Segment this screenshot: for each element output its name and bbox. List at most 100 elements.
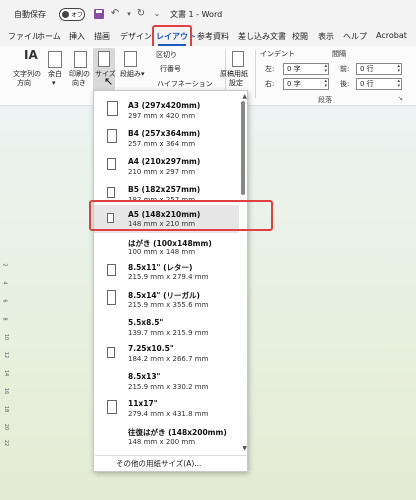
title-bar: 自動保存 オフ ↶ ▾ ↻ ⌄ 文書 1 - Word [0, 0, 416, 30]
item-name: B5 (182x257mm) [128, 185, 201, 194]
manuscript-icon [232, 51, 244, 67]
ribbon-tabs: ファイル ホーム 挿入 描画 デザイン レイアウト 参考資料 差し込み文書 校閲… [0, 30, 416, 46]
redo-icon[interactable]: ↻ [134, 7, 148, 21]
ruler-number: 20 [3, 423, 10, 431]
item-name: 5.5x8.5" [128, 318, 164, 327]
ruler-number: 12 [3, 351, 10, 359]
spacing-header: 間隔 [332, 50, 346, 58]
columns-label: 段組み [120, 70, 141, 78]
indent-left-label: 左: [265, 65, 275, 73]
scroll-up-icon[interactable]: ▲ [242, 93, 247, 100]
tab-review[interactable]: 校閲 [292, 31, 308, 42]
tab-mailings[interactable]: 差し込み文書 [238, 31, 286, 42]
toggle-state: オフ [71, 12, 84, 19]
undo-icon[interactable]: ↶ [108, 7, 122, 21]
ruler-number: 4 [1, 281, 8, 285]
item-name: A3 (297x420mm) [128, 101, 201, 110]
indent-right-label: 右: [265, 80, 275, 88]
space-before-value: 0 行 [360, 65, 374, 73]
customize-qat-icon[interactable]: ⌄ [150, 7, 164, 21]
indent-right-input[interactable]: 0 字 ▴ ▾ [283, 78, 329, 90]
scrollbar-thumb[interactable] [241, 101, 245, 195]
text-direction-icon: IA [24, 48, 38, 62]
vertical-ruler: 2 4 6 8 10 12 14 16 18 20 22 [0, 258, 11, 448]
item-dims: 184.2 mm x 266.7 mm [128, 355, 209, 363]
item-name: A4 (210x297mm) [128, 157, 201, 166]
more-paper-sizes-button[interactable]: その他の用紙サイズ(A)... [95, 455, 247, 472]
tab-references[interactable]: 参考資料 [197, 31, 229, 42]
ruler-number: 16 [3, 387, 10, 395]
columns-chevron-icon: ▾ [141, 70, 145, 78]
page-size-icon [107, 158, 116, 170]
orientation-label-1: 印刷の [69, 70, 90, 78]
item-dims: 215.9 mm x 355.6 mm [128, 301, 209, 309]
indent-right-value: 0 字 [287, 80, 301, 88]
tab-file[interactable]: ファイル [8, 31, 40, 42]
ribbon-separator [255, 50, 256, 98]
item-dims: 148 mm x 200 mm [128, 438, 196, 446]
breaks-button[interactable]: 区切り [156, 51, 177, 60]
toggle-knob [62, 11, 69, 18]
tab-view[interactable]: 表示 [318, 31, 334, 42]
text-direction-label-1: 文字列の [13, 70, 41, 78]
item-name: 8.5x11" (レター) [128, 263, 193, 272]
document-title: 文書 1 - Word [170, 10, 223, 19]
paper-size-dropdown: A3 (297x420mm) 297 mm x 420 mm B4 (257x3… [93, 90, 248, 472]
spinner-arrows-icon[interactable]: ▴ ▾ [324, 64, 327, 74]
spinner-arrows-icon[interactable]: ▴ ▾ [397, 79, 400, 89]
ruler-number: 14 [3, 369, 10, 377]
item-dims: 279.4 mm x 431.8 mm [128, 410, 209, 418]
item-dims: 100 mm x 148 mm [128, 248, 196, 256]
spinner-arrows-icon[interactable]: ▴ ▾ [324, 79, 327, 89]
item-dims: 139.7 mm x 215.9 mm [128, 329, 209, 337]
page-size-icon [107, 101, 118, 116]
autosave-toggle[interactable]: オフ [59, 8, 85, 21]
paragraph-group-label: 段落 [318, 96, 332, 104]
space-after-input[interactable]: 0 行 ▴ ▾ [356, 78, 402, 90]
tab-home[interactable]: ホーム [37, 31, 61, 42]
columns-icon [124, 51, 137, 67]
space-after-label: 後: [340, 80, 350, 88]
item-dims: 257 mm x 364 mm [128, 140, 196, 148]
item-name: 8.5x14" (リーガル) [128, 291, 200, 300]
tab-insert[interactable]: 挿入 [69, 31, 85, 42]
indent-left-value: 0 字 [287, 65, 301, 73]
item-dims: 297 mm x 420 mm [128, 112, 196, 120]
tab-acrobat[interactable]: Acrobat [376, 31, 407, 40]
space-before-input[interactable]: 0 行 ▴ ▾ [356, 63, 402, 75]
orientation-label-2: 向き [72, 79, 86, 87]
manuscript-label-2: 設定 [229, 79, 243, 87]
item-name: B4 (257x364mm) [128, 129, 201, 138]
paragraph-dialog-launcher-icon[interactable]: ↘ [398, 95, 403, 102]
line-numbers-button[interactable]: 行番号 [160, 65, 181, 74]
indent-left-input[interactable]: 0 字 ▴ ▾ [283, 63, 329, 75]
scroll-down-icon[interactable]: ▼ [242, 445, 247, 452]
size-icon [98, 51, 110, 67]
scrollbar[interactable] [241, 99, 245, 459]
ruler-number: 22 [3, 439, 10, 447]
hyphenation-button[interactable]: ハイフネーション [157, 80, 213, 89]
orientation-icon [74, 51, 87, 68]
spinner-arrows-icon[interactable]: ▴ ▾ [397, 64, 400, 74]
paper-size-ofuku-hagaki[interactable]: 往復はがき (148x200mm) 148 mm x 200 mm [94, 421, 239, 459]
item-dims: 210 mm x 297 mm [128, 168, 196, 176]
save-icon[interactable] [92, 7, 106, 21]
item-name: 11x17" [128, 399, 158, 408]
margins-label: 余白 [48, 70, 62, 78]
ruler-number: 8 [1, 317, 8, 321]
item-name: 往復はがき (148x200mm) [128, 428, 227, 437]
space-before-label: 前: [340, 65, 350, 73]
tab-help[interactable]: ヘルプ [343, 31, 367, 42]
text-direction-label-2: 方向 [17, 79, 31, 87]
page-size-icon [107, 400, 117, 414]
a5-selection-highlight [89, 200, 273, 231]
page-size-icon [107, 264, 116, 276]
space-after-value: 0 行 [360, 80, 374, 88]
item-name: 7.25x10.5" [128, 344, 174, 353]
ruler-number: 2 [1, 263, 8, 267]
page-size-icon [107, 187, 115, 198]
mouse-cursor-icon: ↖ [104, 75, 114, 88]
tab-design[interactable]: デザイン [120, 31, 152, 42]
indent-header: インデント [260, 50, 295, 58]
tab-draw[interactable]: 描画 [94, 31, 110, 42]
